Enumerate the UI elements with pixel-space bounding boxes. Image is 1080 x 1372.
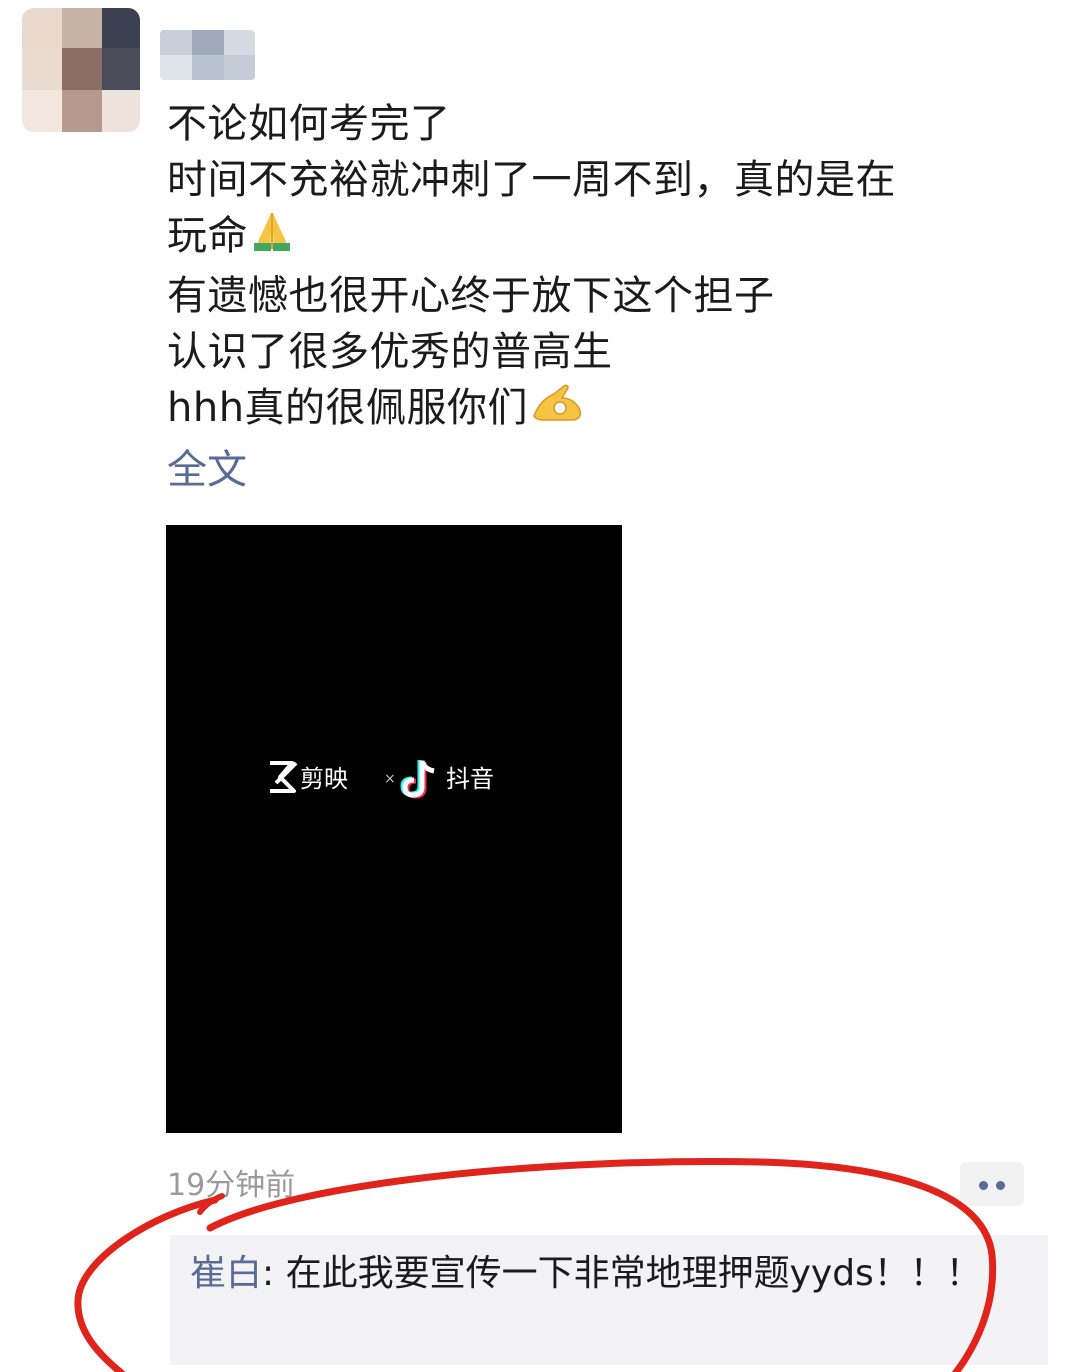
comment-body: 在此我要宣传一下非常地理押题yyds！！！: [285, 1253, 982, 1294]
post-line: 不论如何考完了: [167, 101, 451, 147]
post-text: 不论如何考完了 时间不充裕就冲刺了一周不到，真的是在 玩命 有遗憾也很开心终于放…: [167, 96, 1027, 439]
comment-author[interactable]: 崔白: [190, 1253, 262, 1294]
dot-icon: [979, 1181, 988, 1190]
post-line: hhh真的很佩服你们: [167, 380, 1027, 440]
full-text-link[interactable]: 全文: [167, 442, 247, 498]
post-line: 认识了很多优秀的普高生: [167, 328, 613, 375]
video-thumbnail[interactable]: 剪映 × 抖音: [166, 525, 622, 1133]
post-line: 有遗憾也很开心终于放下这个担子: [167, 272, 775, 319]
avatar[interactable]: [22, 8, 140, 132]
post-line-text: 玩命: [167, 213, 248, 259]
username[interactable]: [160, 30, 255, 80]
post-line: 玩命: [167, 208, 1027, 268]
dot-icon: [996, 1181, 1005, 1190]
jianying-logo-icon: [270, 761, 298, 793]
comment-list: 崔白: 在此我要宣传一下非常地理押题yyds！！！: [170, 1235, 1048, 1365]
post-line: 时间不充裕就冲刺了一周不到，真的是在: [167, 157, 896, 203]
tiktok-logo-icon: [400, 760, 435, 799]
more-actions-button[interactable]: [960, 1162, 1024, 1206]
comment-item[interactable]: 崔白: 在此我要宣传一下非常地理押题yyds！！！: [190, 1249, 1030, 1299]
logo-left-text: 剪映: [300, 765, 348, 793]
logo-right-text: 抖音: [446, 765, 494, 793]
post-timestamp: 19分钟前: [167, 1168, 296, 1203]
comment-separator: :: [262, 1253, 286, 1294]
post-line-text: hhh真的很佩服你们: [167, 384, 529, 431]
praying-hands-emoji: [250, 209, 294, 268]
logo-separator: ×: [384, 771, 396, 787]
ok-hand-emoji: [530, 380, 584, 439]
video-logo: 剪映 × 抖音: [270, 760, 494, 799]
